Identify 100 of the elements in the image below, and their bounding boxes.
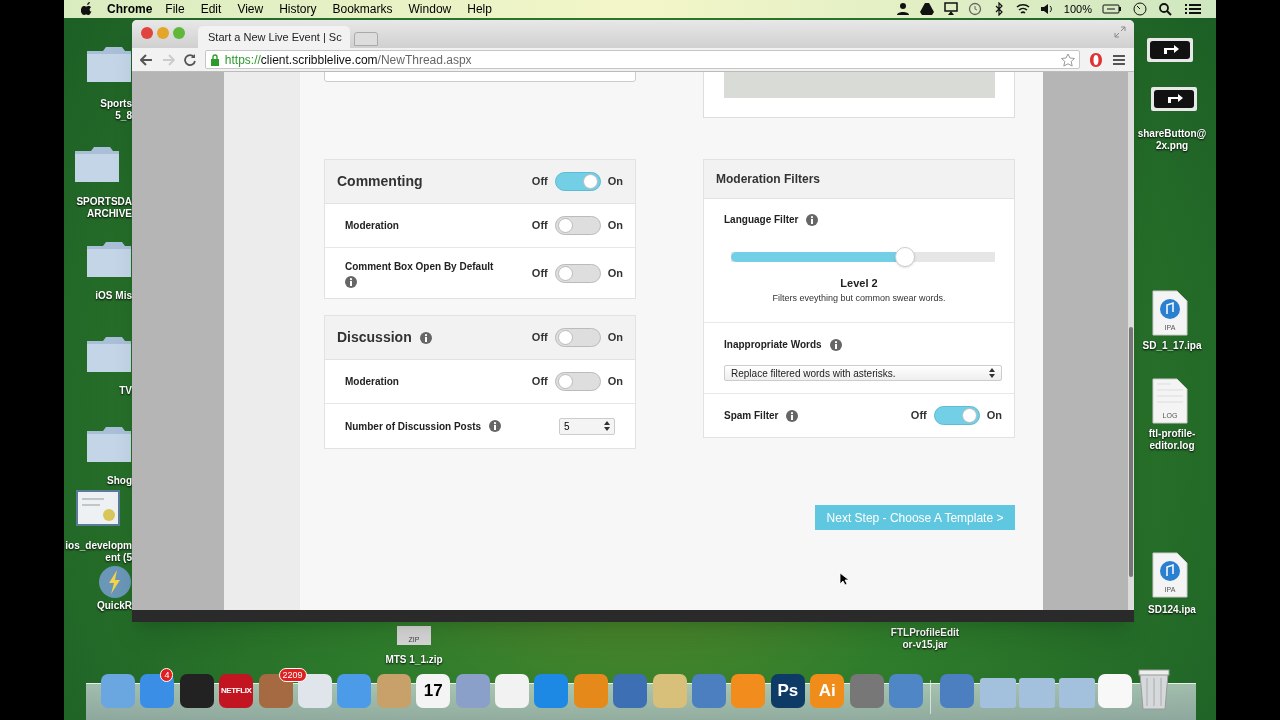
info-icon[interactable] [806, 213, 819, 226]
file-name[interactable]: iOS Mis [64, 290, 132, 302]
menu-item[interactable]: View [229, 0, 272, 18]
drive-icon[interactable] [919, 2, 934, 16]
lightning-icon[interactable] [98, 565, 132, 599]
share-icon[interactable] [1146, 37, 1194, 63]
app-icon[interactable]: NETFLIX [219, 674, 254, 708]
file-name[interactable]: ftl-profile- [1136, 428, 1208, 440]
star-icon[interactable] [1061, 52, 1076, 67]
file-name[interactable]: ent (5 [64, 552, 132, 564]
info-icon[interactable] [786, 409, 799, 422]
folder-icon[interactable] [86, 335, 132, 373]
menu-item[interactable]: Edit [192, 0, 230, 18]
wifi-icon[interactable] [1015, 2, 1030, 16]
certificate-icon[interactable] [76, 490, 120, 526]
folder-icon[interactable] [74, 145, 120, 183]
setting-label: Inappropriate Words [724, 338, 822, 352]
toggle-off-label: Off [531, 374, 548, 390]
file-name[interactable]: or-v15.jar [875, 639, 975, 651]
folder-icon[interactable] [86, 425, 132, 463]
file-name[interactable]: Sports [64, 98, 132, 110]
toggle-on-label: On [607, 374, 623, 390]
toggle-switch[interactable] [933, 406, 980, 425]
file-name[interactable]: shareButton@ [1136, 128, 1208, 140]
file-name[interactable]: SPORTSDA [64, 196, 132, 208]
file-name[interactable]: SD124.ipa [1136, 604, 1208, 616]
menu-icon[interactable] [1112, 53, 1126, 66]
folder-icon[interactable] [86, 240, 132, 278]
app-menu[interactable]: Chrome [102, 0, 158, 18]
toggle-off-label: Off [531, 330, 548, 346]
tab-title: Start a New Live Event | Sc [208, 29, 342, 45]
toggle-on-label: On [607, 265, 623, 281]
toggle-switch[interactable] [554, 263, 601, 283]
toggle-on-label: On [986, 408, 1002, 424]
menu-item[interactable]: History [271, 0, 325, 18]
clock-icon[interactable] [967, 2, 982, 16]
toggle-off-label: Off [531, 218, 548, 234]
toggle-off-label: Off [910, 408, 927, 424]
back-icon[interactable] [140, 53, 153, 66]
menu-item[interactable]: Help [459, 0, 500, 18]
address-bar[interactable]: https://client.scribblelive.com/NewThread.aspx [204, 50, 1081, 69]
apple-menu-icon[interactable] [81, 2, 93, 16]
notification-badge: 4 [160, 668, 174, 682]
stepper-icon[interactable] [604, 421, 610, 431]
file-name[interactable]: TV [64, 385, 132, 397]
list-icon[interactable] [1184, 2, 1202, 16]
info-icon[interactable] [829, 338, 842, 351]
share-icon[interactable] [1150, 86, 1198, 112]
browser-tab[interactable]: Start a New Live Event | Sc [198, 26, 350, 48]
slider-thumb[interactable] [895, 247, 916, 267]
app-icon[interactable]: 17 [416, 674, 451, 708]
icon-label: NETFLIX [220, 685, 252, 697]
toggle-on-label: On [607, 330, 623, 346]
number-field[interactable]: 5 [559, 417, 615, 435]
toggle-switch[interactable] [554, 216, 601, 235]
toggle-switch[interactable] [554, 172, 601, 191]
info-icon[interactable] [419, 331, 432, 344]
file-name[interactable]: 2x.png [1136, 140, 1208, 152]
folder-icon[interactable] [86, 45, 132, 83]
section-title: Discussion [337, 328, 412, 347]
toggle-switch[interactable] [554, 372, 601, 391]
file-name[interactable]: editor.log [1136, 440, 1208, 452]
info-icon[interactable] [345, 275, 357, 288]
section-title: Moderation Filters [716, 171, 820, 188]
search-icon[interactable] [1158, 2, 1174, 16]
music-file-icon[interactable] [1152, 290, 1188, 336]
file-name[interactable]: Shog [64, 475, 132, 487]
battery-icon[interactable] [1102, 2, 1122, 16]
select-dropdown[interactable]: Replace filtered words with asterisks. [724, 365, 1002, 381]
music-file-icon[interactable] [1152, 552, 1188, 598]
gauge-icon[interactable] [1132, 2, 1148, 16]
stepper-icon[interactable] [989, 368, 995, 378]
file-name[interactable]: ios_developm [64, 540, 132, 552]
fullscreen-icon[interactable] [1114, 26, 1126, 38]
extension-icon[interactable] [1089, 51, 1104, 68]
setting-label: Language Filter [724, 213, 799, 227]
app-icon[interactable] [179, 674, 214, 708]
setting-label: Comment Box Open By Default [345, 259, 494, 274]
close-button[interactable] [141, 27, 153, 39]
speaker-icon[interactable] [1039, 2, 1054, 16]
person-icon[interactable] [895, 2, 910, 16]
icon-label: 17 [423, 680, 443, 703]
file-name[interactable]: QuickR [64, 600, 132, 612]
toggle-switch[interactable] [554, 328, 601, 347]
file-name[interactable]: SD_1_17.ipa [1136, 340, 1208, 352]
document-icon[interactable] [1152, 378, 1188, 424]
file-name[interactable]: 5_8 [64, 110, 132, 122]
menu-item[interactable]: Window [400, 0, 460, 18]
menu-item[interactable]: File [157, 0, 193, 18]
file-name[interactable]: FTLProfileEdit [875, 627, 975, 639]
app-icon[interactable]: Ps [770, 674, 805, 708]
file-name[interactable]: ARCHIVE [64, 208, 132, 220]
reload-icon[interactable] [183, 53, 196, 66]
info-icon[interactable] [489, 420, 502, 432]
menu-item[interactable]: Bookmarks [324, 0, 401, 18]
icon-label: Ps [777, 680, 799, 703]
airplay-icon[interactable] [943, 2, 958, 16]
scrollbar-thumb[interactable] [1129, 327, 1133, 577]
file-name[interactable]: MTS 1_1.zip [367, 654, 461, 666]
battery-percentage: 100% [1063, 1, 1092, 17]
